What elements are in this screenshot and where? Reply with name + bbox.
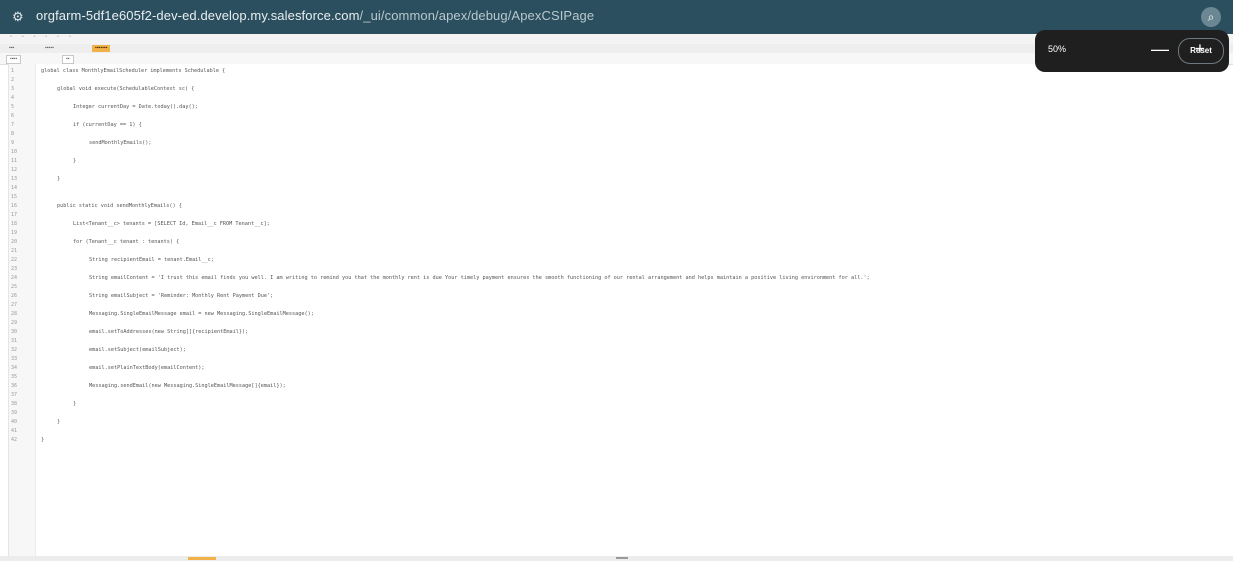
code-editor[interactable]: 1 2 3 4 5 6 7 8 9 10 11 12 13 14 15 16 17 18 19 20 21 22 23 24 2… [8,64,1227,556]
code-coverage-select[interactable]: ▪▪▪▪ [6,55,22,64]
line-number: 38 [11,401,18,407]
menu-file[interactable]: ▫ [10,34,12,40]
code-line: email.setPlainTextBody(emailContent); [89,365,205,371]
code-line: global class MonthlyEmailScheduler imple… [41,68,226,74]
line-number: 37 [11,392,18,398]
line-number: 16 [11,203,18,209]
api-version-select[interactable]: ▪▪ [62,55,74,64]
line-number: 4 [11,95,15,101]
code-line: } [57,419,61,425]
code-line: List<Tenant__c> tenants = [SELECT Id, Em… [73,221,270,227]
code-line: String recipientEmail = tenant.Email__c; [89,257,214,263]
menu-edit[interactable]: ▫ [22,34,24,40]
code-line: } [73,158,77,164]
menu-workspace[interactable]: ▫ [57,34,59,40]
line-number: 11 [11,158,18,164]
line-number: 17 [11,212,18,218]
line-number: 2 [11,77,15,83]
line-number: 40 [11,419,18,425]
code-line: Messaging.SingleEmailMessage email = new… [89,311,314,317]
line-number: 25 [11,284,18,290]
line-number: 12 [11,167,18,173]
line-number: 42 [11,437,18,443]
code-line: } [57,176,61,182]
code-line: for (Tenant__c tenant : tenants) { [73,239,180,245]
line-number: 6 [11,113,15,119]
zoom-out-button[interactable]: — [1149,37,1171,61]
line-number: 23 [11,266,18,272]
zoom-level: 50% [1048,44,1067,54]
line-number: 8 [11,131,15,137]
bottom-panel-bar [0,556,1233,561]
code-line: sendMonthlyEmails(); [89,140,152,146]
line-number: 20 [11,239,18,245]
zoom-icon[interactable]: ⌕ [1201,7,1221,27]
line-number: 39 [11,410,18,416]
code-line: String emailSubject = 'Reminder: Monthly… [89,293,274,299]
line-number: 13 [11,176,18,182]
line-number: 3 [11,86,15,92]
code-line: email.setToAddresses(new String[]{recipi… [89,329,249,335]
menu-test[interactable]: ▫ [45,34,47,40]
line-number: 26 [11,293,18,299]
line-number: 28 [11,311,18,317]
line-number: 33 [11,356,18,362]
zoom-reset-button[interactable]: Reset [1178,38,1224,64]
line-number: 10 [11,149,18,155]
code-line: } [73,401,77,407]
code-line: String emailContent = 'I trust this emai… [89,275,870,281]
line-number: 15 [11,194,18,200]
tab-apex-class[interactable]: ▪▪▪▪▪ [42,45,57,52]
code-line: } [41,437,45,443]
line-number: 36 [11,383,18,389]
line-number: 30 [11,329,18,335]
line-number: 1 [11,68,15,74]
line-number: 19 [11,230,18,236]
active-panel-indicator [188,557,216,560]
line-number: 18 [11,221,18,227]
code-line: global void execute(SchedulableContext s… [57,86,195,92]
line-number: 35 [11,374,18,380]
line-number: 34 [11,365,18,371]
line-number: 32 [11,347,18,353]
code-line: email.setSubject(emailSubject); [89,347,186,353]
line-number: 31 [11,338,18,344]
tab-monthly-email-scheduler[interactable]: ▪▪▪▪▪▪▪ [92,45,111,52]
url-host: orgfarm-5df1e605f2-dev-ed.develop.my.sal… [36,8,360,23]
site-settings-icon[interactable]: ⚙ [12,9,28,25]
url-path: /_ui/common/apex/debug/ApexCSIPage [359,8,595,23]
url-text[interactable]: orgfarm-5df1e605f2-dev-ed.develop.my.sal… [36,8,594,23]
line-number: 24 [11,275,18,281]
menu-debug[interactable]: ▫ [34,34,36,40]
line-number: 5 [11,104,15,110]
line-number: 29 [11,320,18,326]
address-bar[interactable]: ⚙ orgfarm-5df1e605f2-dev-ed.develop.my.s… [0,0,1233,34]
line-number: 22 [11,257,18,263]
tab-log[interactable]: ▪▪▪ [6,45,17,52]
code-line: if (currentDay == 1) { [73,122,142,128]
line-number: 7 [11,122,15,128]
panel-resize-handle[interactable] [616,557,628,559]
line-number: 9 [11,140,15,146]
line-number-gutter: 1 2 3 4 5 6 7 8 9 10 11 12 13 14 15 16 17 18 19 20 21 22 23 24 2… [9,64,36,556]
code-line: public static void sendMonthlyEmails() { [57,203,182,209]
line-number: 41 [11,428,18,434]
code-line: Integer currentDay = Date.today().day(); [73,104,198,110]
line-number: 21 [11,248,18,254]
line-number: 27 [11,302,18,308]
zoom-popup: 50% — + Reset [1035,30,1229,72]
code-line: Messaging.sendEmail(new Messaging.Single… [89,383,286,389]
line-number: 14 [11,185,18,191]
menu-help[interactable]: ▫ [69,34,71,40]
